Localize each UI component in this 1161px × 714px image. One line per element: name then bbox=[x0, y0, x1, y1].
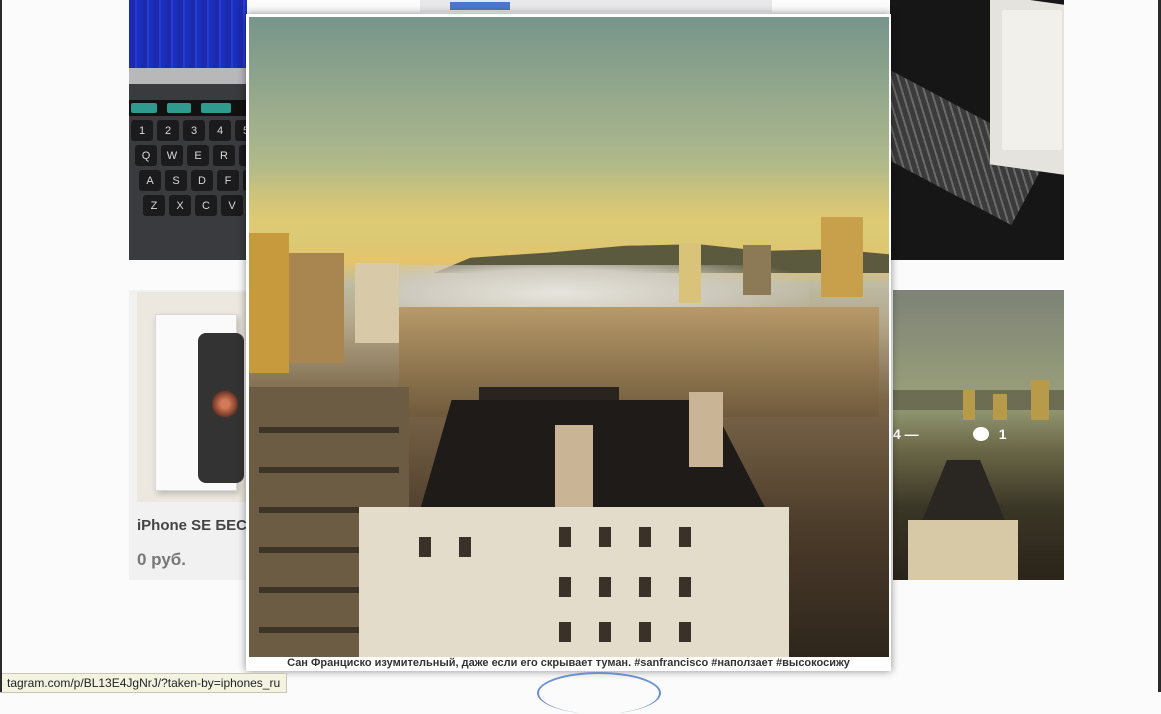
touch-bar-button bbox=[131, 103, 157, 113]
sunrise-glow bbox=[249, 167, 889, 257]
window bbox=[559, 527, 571, 547]
window-row bbox=[259, 467, 399, 473]
keyboard-key: Q bbox=[135, 145, 157, 166]
window bbox=[599, 577, 611, 597]
apple-logo-icon bbox=[212, 389, 238, 419]
city-photo-tile[interactable]: 4 — 1 bbox=[893, 290, 1064, 580]
popup-photo[interactable] bbox=[249, 17, 889, 657]
top-photo-fragment bbox=[450, 2, 510, 10]
building-wall-image bbox=[908, 520, 1018, 580]
keyboard-key: 2 bbox=[157, 120, 179, 141]
window bbox=[459, 537, 471, 557]
keyboard-photo-tile[interactable]: 1 2 3 4 5 Q W E R T A S D F G Z X C V bbox=[129, 0, 247, 260]
window bbox=[559, 622, 571, 642]
photo-stats-overlay: 4 — 1 bbox=[893, 426, 1006, 442]
laptop-screen-image bbox=[1002, 10, 1062, 150]
keyboard-key: E bbox=[187, 145, 209, 166]
keyboard-key: 3 bbox=[183, 120, 205, 141]
touch-bar-button bbox=[201, 103, 231, 113]
tower-building bbox=[355, 263, 399, 343]
building-image bbox=[993, 394, 1007, 420]
keyboard-key: X bbox=[169, 195, 191, 216]
keyboard-key: A bbox=[139, 170, 161, 191]
chimney bbox=[689, 392, 723, 467]
keyboard-key: C bbox=[195, 195, 217, 216]
building-image bbox=[1031, 380, 1049, 420]
touch-bar bbox=[129, 100, 247, 116]
product-photo bbox=[137, 292, 249, 502]
laptop-screen-image bbox=[129, 0, 247, 68]
keyboard-key: Z bbox=[143, 195, 165, 216]
window-edge-left bbox=[0, 0, 2, 692]
window bbox=[599, 527, 611, 547]
window bbox=[679, 622, 691, 642]
keyboard-key: W bbox=[161, 145, 183, 166]
window bbox=[559, 577, 571, 597]
window bbox=[679, 577, 691, 597]
iphone-image bbox=[198, 333, 244, 483]
window bbox=[679, 527, 691, 547]
top-photo-tile[interactable] bbox=[420, 0, 772, 12]
keyboard-key: 1 bbox=[131, 120, 153, 141]
product-card[interactable]: iPhone SE БЕС 0 руб. bbox=[129, 290, 249, 580]
window bbox=[599, 622, 611, 642]
iphone-box-image bbox=[155, 314, 244, 491]
keyboard-key: R bbox=[213, 145, 235, 166]
product-title[interactable]: iPhone SE БЕС bbox=[137, 517, 247, 534]
keyboard-key: 4 bbox=[209, 120, 231, 141]
tower-building bbox=[289, 253, 344, 363]
keyboard-key: F bbox=[217, 170, 239, 191]
window bbox=[639, 527, 651, 547]
keyboard-key: D bbox=[191, 170, 213, 191]
tower-building bbox=[743, 245, 771, 295]
keyboard-key: S bbox=[165, 170, 187, 191]
building-image bbox=[963, 390, 975, 420]
photo-popup[interactable]: Сан Франциско изумительный, даже если ег… bbox=[246, 14, 891, 671]
comment-icon bbox=[972, 427, 989, 441]
laptop-photo-tile[interactable] bbox=[890, 0, 1064, 260]
keyboard-key: V bbox=[221, 195, 243, 216]
likes-count: 4 — bbox=[893, 426, 919, 442]
window bbox=[639, 577, 651, 597]
comments-count: 1 bbox=[998, 426, 1007, 442]
main-building-wall bbox=[359, 507, 789, 657]
tower-building bbox=[679, 243, 701, 303]
keyboard-keys: 1 2 3 4 5 Q W E R T A S D F G Z X C V bbox=[131, 120, 247, 220]
photo-caption: Сан Франциско изумительный, даже если ег… bbox=[287, 657, 850, 669]
laptop-bezel bbox=[129, 68, 247, 84]
page-fragment-arc bbox=[537, 672, 661, 714]
window bbox=[639, 622, 651, 642]
tower-building bbox=[249, 233, 289, 373]
tower-building bbox=[821, 217, 863, 297]
window-row bbox=[259, 427, 399, 433]
chimney bbox=[555, 425, 593, 520]
product-price: 0 руб. bbox=[137, 550, 187, 569]
status-bar-url: tagram.com/p/BL13E4JgNrJ/?taken-by=iphon… bbox=[0, 673, 288, 693]
touch-bar-button bbox=[167, 103, 191, 113]
window bbox=[419, 537, 431, 557]
